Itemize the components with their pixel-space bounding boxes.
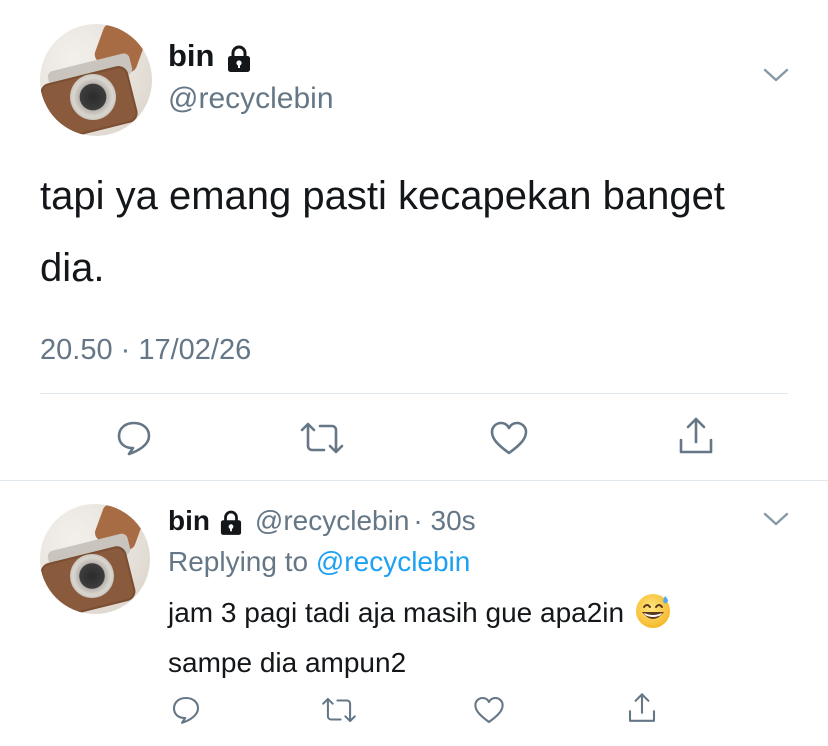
reply-handle[interactable]: @recyclebin	[255, 505, 409, 536]
chevron-down-icon[interactable]	[762, 66, 790, 89]
replying-prefix: Replying to	[168, 546, 309, 577]
camera-lens	[70, 554, 114, 598]
comment-icon	[172, 696, 200, 724]
retweet-icon	[300, 422, 344, 454]
replying-handle-link[interactable]: @recyclebin	[316, 546, 470, 577]
reply-share-button[interactable]	[626, 690, 658, 731]
share-icon	[628, 693, 656, 722]
lock-icon	[227, 45, 251, 78]
reply-reply-button[interactable]	[170, 694, 202, 731]
main-user-block: bin	[168, 38, 251, 78]
heart-icon	[490, 421, 528, 455]
tweet-text: tapi ya emang pasti kecapekan banget dia…	[40, 174, 725, 290]
share-button[interactable]	[676, 414, 716, 463]
retweet-icon	[322, 697, 356, 723]
share-icon	[679, 417, 713, 454]
reply-text: jam 3 pagi tadi aja masih gue apa2in sam…	[168, 592, 768, 684]
main-avatar[interactable]	[40, 24, 152, 136]
reply-display-name[interactable]: bin	[168, 505, 210, 536]
section-divider	[0, 480, 828, 481]
chevron-down-icon[interactable]	[762, 510, 790, 533]
retweet-button[interactable]	[298, 418, 346, 463]
divider	[40, 393, 788, 394]
lock-icon	[220, 510, 242, 541]
reply-text-line-1: jam 3 pagi tadi aja masih gue apa2in	[168, 597, 625, 628]
tweet-timestamp[interactable]: 20.50 · 17/02/26	[40, 334, 251, 367]
reply-like-button[interactable]	[472, 694, 506, 731]
heart-icon	[474, 696, 504, 724]
grinning-face-with-sweat-emoji	[634, 592, 672, 642]
reply-age: · 30s	[413, 505, 476, 536]
user-handle[interactable]: @recyclebin	[168, 82, 334, 116]
comment-icon	[117, 421, 151, 456]
reply-avatar[interactable]	[40, 504, 150, 614]
reply-text-line: jam 3 pagi tadi aja masih gue apa2in	[168, 592, 768, 642]
reply-retweet-button[interactable]	[320, 694, 358, 731]
camera-lens	[70, 74, 116, 120]
replying-to: Replying to @recyclebin	[168, 546, 470, 578]
reply-button[interactable]	[114, 418, 154, 463]
reply-text-line-2: sampe dia ampun2	[168, 647, 407, 678]
like-button[interactable]	[488, 418, 530, 463]
reply-header: bin @recyclebin · 30s	[168, 505, 476, 541]
display-name[interactable]: bin	[168, 38, 215, 73]
